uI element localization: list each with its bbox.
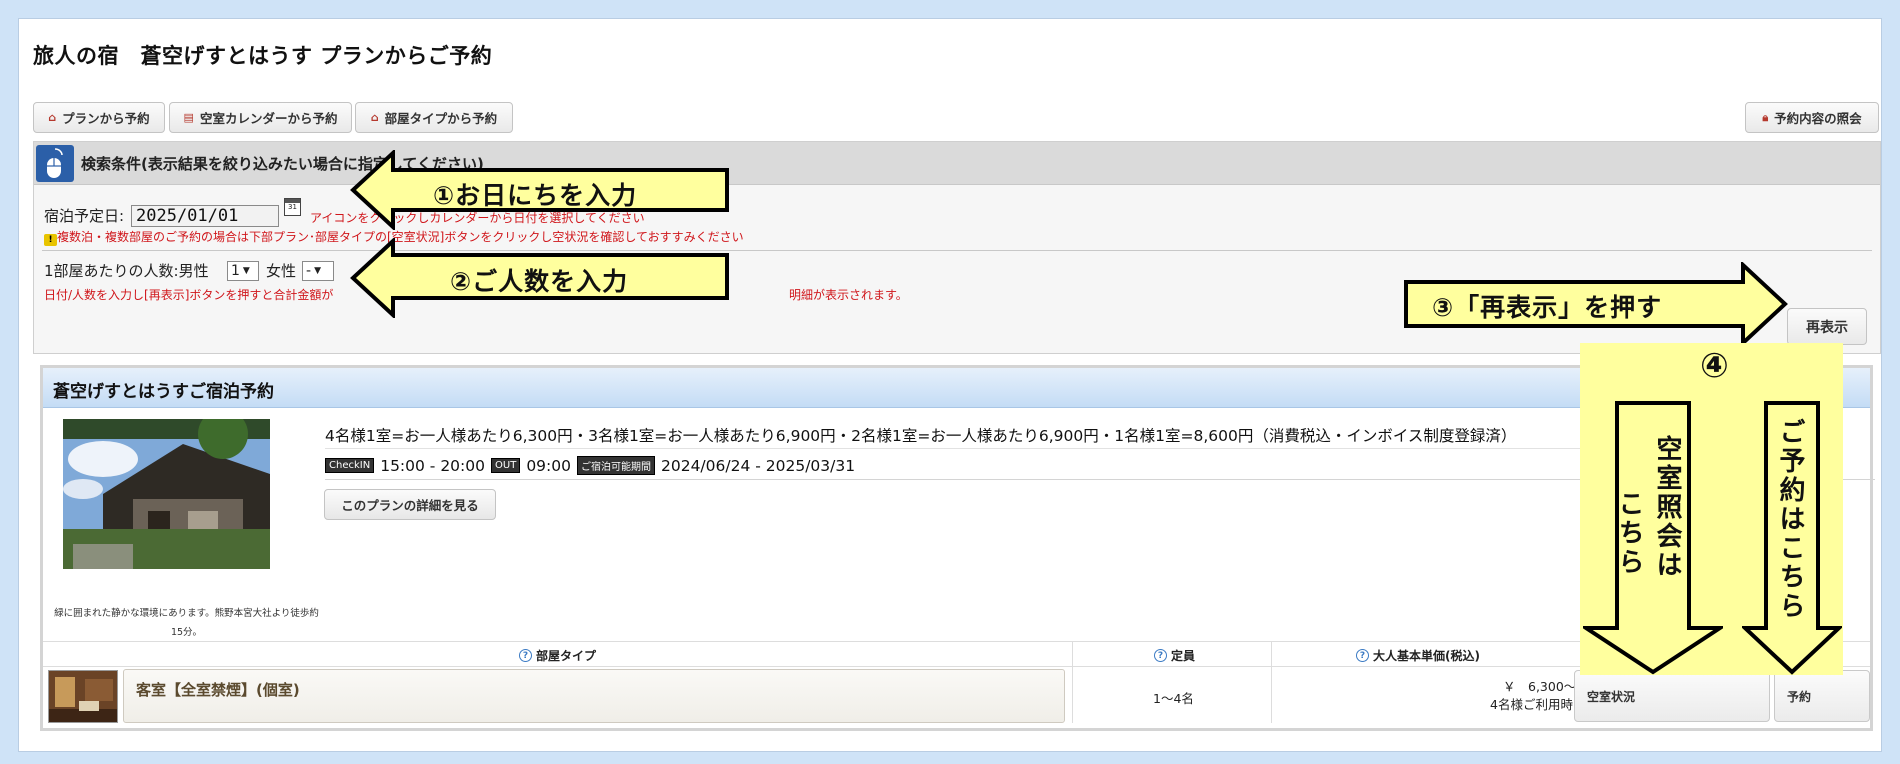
col-price-label: 大人基本単価(税込)	[1373, 649, 1480, 663]
chevron-down-icon: ▼	[314, 266, 321, 276]
search-header: 検索条件(表示結果を絞り込みたい場合に指定してください)	[34, 142, 1880, 185]
step4-label: ④	[1700, 346, 1729, 386]
reserve-label: 予約	[1787, 689, 1812, 704]
chevron-down-icon: ▼	[242, 266, 250, 276]
vacancy-text-b: こちら	[1614, 490, 1644, 577]
lock-icon: 🔒︎	[1762, 110, 1769, 124]
reserve-button[interactable]: 予約	[1774, 670, 1870, 722]
vacancy-text-a: 空室照会は	[1652, 435, 1682, 580]
inquiry-button[interactable]: 🔒︎ 予約内容の照会	[1745, 102, 1879, 133]
time-row: CheckIN 15:00 - 20:00 OUT 09:00 ご宿泊可能期間 …	[325, 456, 855, 475]
room-price-note: 4名様ご利用時	[1490, 697, 1573, 712]
photo-caption-line2: 15分。	[170, 627, 203, 638]
plan-detail-label: このプランの詳細を見る	[341, 498, 479, 513]
calendar-icon: ▤	[183, 111, 194, 124]
col-room-type-label: 部屋タイプ	[536, 649, 597, 663]
step2-label: ②ご人数を入力	[450, 267, 629, 296]
calendar-reserve-label: 空室カレンダーから予約	[199, 111, 338, 126]
inquiry-label: 予約内容の照会	[1774, 111, 1862, 126]
roomtype-reserve-button[interactable]: ⌂ 部屋タイプから予約	[355, 102, 513, 133]
plan-title: 蒼空げすとはうすご宿泊予約	[53, 382, 274, 402]
female-label: 女性	[266, 262, 297, 280]
col-capacity-label: 定員	[1171, 649, 1196, 663]
home-icon: ⌂	[48, 111, 57, 124]
female-count-value: -	[306, 263, 312, 279]
plan-reserve-label: プランから予約	[62, 111, 150, 126]
calendar-picker-icon[interactable]: 31	[284, 198, 301, 216]
people-note: 日付/人数を入力し[再表示]ボタンを押すと合計金額が	[44, 288, 334, 302]
room-thumbnail	[48, 670, 118, 723]
help-icon[interactable]: ?	[1356, 649, 1369, 662]
date-label: 宿泊予定日:	[44, 207, 125, 225]
checkout-tag: OUT	[491, 458, 521, 473]
page-title: 旅人の宿 蒼空げすとはうす プランからご予約	[33, 44, 493, 68]
room-type-name: 客室【全室禁煙】(個室)	[136, 681, 300, 699]
checkin-tag: CheckIN	[325, 458, 375, 473]
date-input[interactable]: 2025/01/01	[131, 205, 279, 227]
col-price: ? 大人基本単価(税込)	[1356, 647, 1480, 664]
redisplay-button[interactable]: 再表示	[1787, 308, 1867, 345]
step3-label: ③「再表示」を押す	[1432, 293, 1663, 322]
help-icon[interactable]: ?	[519, 649, 532, 662]
divider	[42, 250, 1872, 251]
roomtype-reserve-label: 部屋タイプから予約	[384, 111, 498, 126]
photo-caption: 緑に囲まれた静かな環境にあります。熊野本宮大社より徒歩約 15分。	[43, 604, 330, 642]
step1-label: ①お日にちを入力	[433, 181, 638, 210]
col-divider	[1271, 641, 1272, 723]
reserve-text: ご予約はこちら	[1775, 418, 1805, 621]
house-icon: ⌂	[370, 111, 379, 124]
plan-reserve-button[interactable]: ⌂ プランから予約	[33, 102, 165, 133]
redisplay-label: 再表示	[1806, 319, 1848, 336]
male-count-value: 1	[231, 263, 240, 279]
female-count-select[interactable]: - ▼	[302, 261, 334, 281]
male-count-select[interactable]: 1 ▼	[227, 261, 259, 281]
price-summary: 4名様1室=お一人様あたり6,300円・3名様1室=お一人様あたり6,900円・…	[325, 427, 1517, 445]
plan-detail-button[interactable]: このプランの詳細を見る	[324, 489, 496, 520]
mouse-icon	[36, 145, 74, 182]
col-room-type: ? 部屋タイプ	[519, 647, 596, 664]
help-icon[interactable]: ?	[1154, 649, 1167, 662]
room-price: ￥ 6,300～	[1503, 679, 1577, 694]
warning-icon: !	[44, 234, 57, 246]
room-type-box: 客室【全室禁煙】(個室)	[123, 669, 1065, 723]
divider	[325, 448, 1595, 449]
calendar-reserve-button[interactable]: ▤ 空室カレンダーから予約	[169, 102, 352, 133]
col-capacity: ? 定員	[1154, 647, 1195, 664]
people-note-tail: 明細が表示されます。	[789, 288, 908, 302]
photo-caption-line1: 緑に囲まれた静かな環境にあります。熊野本宮大社より徒歩約	[54, 608, 319, 619]
stay-period: 2024/06/24 - 2025/03/31	[660, 456, 856, 475]
period-tag: ご宿泊可能期間	[576, 456, 655, 475]
plan-photo	[63, 419, 270, 569]
room-capacity: 1～4名	[1153, 691, 1194, 706]
checkin-time: 15:00 - 20:00	[380, 456, 485, 475]
people-label: 1部屋あたりの人数:男性	[44, 262, 209, 280]
vacancy-status-label: 空室状況	[1587, 689, 1636, 704]
checkout-time: 09:00	[526, 456, 571, 475]
vacancy-status-button[interactable]: 空室状況	[1574, 670, 1770, 722]
col-divider	[1072, 641, 1073, 723]
